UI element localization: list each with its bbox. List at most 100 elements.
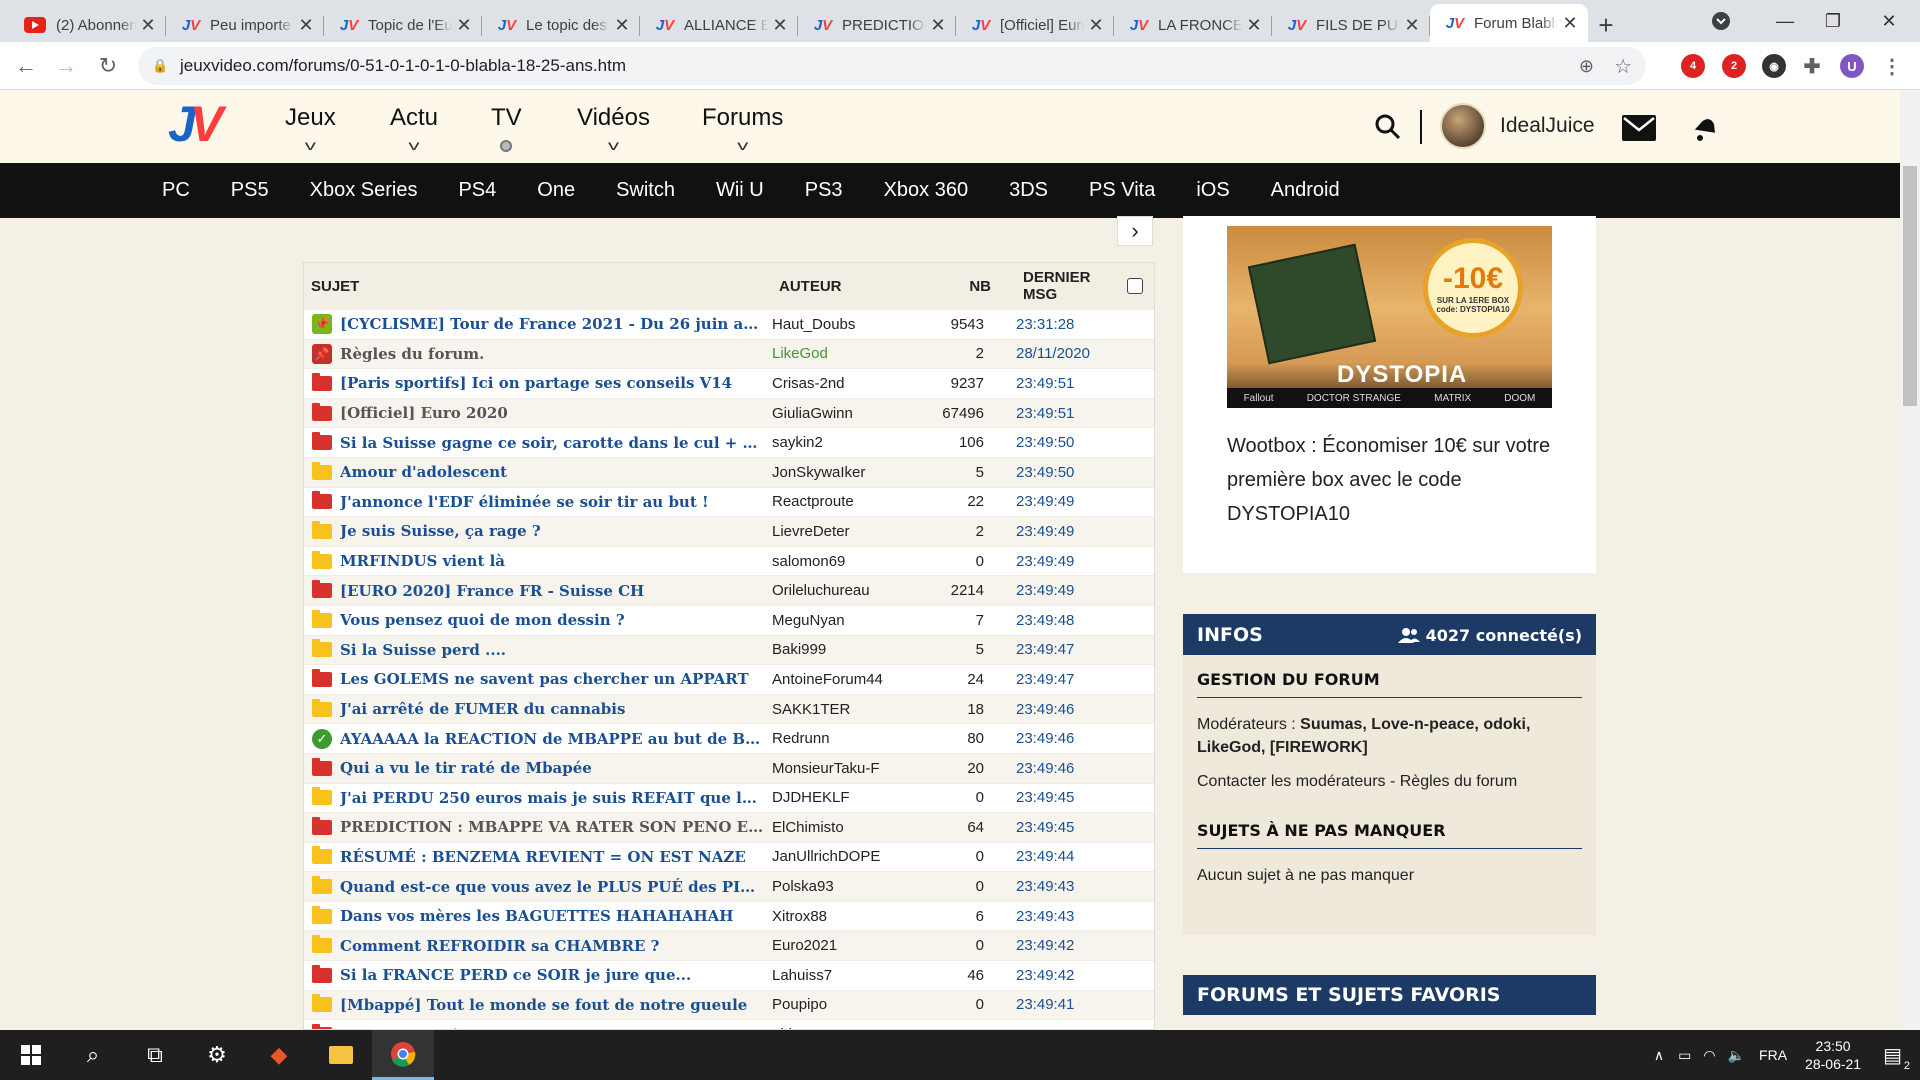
close-tab-icon[interactable]: ✕ bbox=[298, 15, 314, 36]
topic-author[interactable]: Orileluchureau bbox=[772, 582, 922, 599]
ad-image[interactable]: -10€ SUR LA 1ERE BOX code: DYSTOPIA10 DY… bbox=[1227, 226, 1552, 408]
table-row[interactable]: Cette marocaine /102Lirirax2923:49:39 bbox=[304, 1019, 1154, 1029]
browser-tab[interactable]: JV Forum Blabla 18-25✕ bbox=[1430, 4, 1588, 42]
topic-author[interactable]: Xitrox88 bbox=[772, 908, 922, 925]
platform-link[interactable]: PC bbox=[162, 179, 190, 202]
topic-last-msg-link[interactable]: 23:49:43 bbox=[994, 878, 1114, 895]
topic-last-msg-link[interactable]: 23:49:45 bbox=[994, 819, 1114, 836]
reload-button[interactable]: ↻ bbox=[88, 46, 128, 86]
topic-subject-link[interactable]: Amour d'adolescent bbox=[340, 463, 772, 481]
topic-last-msg-link[interactable]: 23:49:47 bbox=[994, 671, 1114, 688]
close-tab-icon[interactable]: ✕ bbox=[1562, 13, 1578, 34]
nav-item-actu[interactable]: Actu v bbox=[390, 104, 438, 152]
topic-last-msg-link[interactable]: 23:49:46 bbox=[994, 760, 1114, 777]
topic-last-msg-link[interactable]: 23:49:50 bbox=[994, 464, 1114, 481]
table-row[interactable]: J'ai PERDU 250 euros mais je suis REFAIT… bbox=[304, 782, 1154, 813]
bookmark-star-icon[interactable]: ☆ bbox=[1614, 54, 1632, 79]
nav-item-jeux[interactable]: Jeux v bbox=[285, 104, 336, 152]
browser-tab[interactable]: J V Peu importe ✕ bbox=[166, 8, 324, 42]
platform-link[interactable]: Xbox 360 bbox=[884, 179, 969, 202]
app-icon[interactable]: ◆ bbox=[248, 1030, 310, 1080]
table-row[interactable]: Dans vos mères les BAGUETTES HAHAHAHAH Xi… bbox=[304, 900, 1154, 931]
table-row[interactable]: Si la FRANCE PERD ce SOIR je jure que...… bbox=[304, 960, 1154, 990]
battery-icon[interactable]: ▭ bbox=[1678, 1047, 1691, 1064]
settings-gear-icon[interactable]: ⚙ bbox=[186, 1030, 248, 1080]
topic-author[interactable]: Poupipo bbox=[772, 996, 922, 1013]
nav-item-vidéos[interactable]: Vidéos v bbox=[577, 104, 650, 152]
wifi-icon[interactable]: ◠ bbox=[1703, 1047, 1715, 1064]
browser-tab[interactable]: J V PREDICTION ✕ bbox=[798, 8, 956, 42]
topic-author[interactable]: salomon69 bbox=[772, 553, 922, 570]
topic-last-msg-link[interactable]: 23:49:41 bbox=[994, 996, 1114, 1013]
table-row[interactable]: [Paris sportifs] Ici on partage ses cons… bbox=[304, 368, 1154, 398]
scrollbar-thumb[interactable] bbox=[1903, 166, 1917, 406]
platform-link[interactable]: Xbox Series bbox=[310, 179, 418, 202]
close-tab-icon[interactable]: ✕ bbox=[140, 15, 156, 36]
topic-subject-link[interactable]: Règles du forum. bbox=[340, 345, 772, 363]
table-row[interactable]: J'ai arrêté de FUMER du cannabis SAKK1TER… bbox=[304, 693, 1154, 724]
topic-last-msg-link[interactable]: 23:49:49 bbox=[994, 523, 1114, 540]
topic-subject-link[interactable]: PREDICTION : MBAPPE VA RATER SON PENO ET… bbox=[340, 818, 772, 836]
topic-subject-link[interactable]: Les GOLEMS ne savent pas chercher un APP… bbox=[340, 670, 772, 688]
platform-link[interactable]: PS5 bbox=[231, 179, 269, 202]
extension-icon-1[interactable]: 4 bbox=[1681, 54, 1705, 78]
adblock-icon[interactable]: 2 bbox=[1722, 54, 1746, 78]
browser-tab[interactable]: JV FILS DE PUTE✕ bbox=[1272, 8, 1430, 42]
topic-last-msg-link[interactable]: 23:49:49 bbox=[994, 582, 1114, 599]
table-row[interactable]: 📌 [CYCLISME] Tour de France 2021 - Du 26 … bbox=[304, 309, 1154, 339]
topic-subject-link[interactable]: [Officiel] Euro 2020 bbox=[340, 404, 772, 422]
topic-subject-link[interactable]: [Paris sportifs] Ici on partage ses cons… bbox=[340, 374, 772, 392]
topic-subject-link[interactable]: J'ai PERDU 250 euros mais je suis REFAIT… bbox=[340, 789, 772, 807]
search-icon[interactable] bbox=[1374, 113, 1402, 141]
table-row[interactable]: PREDICTION : MBAPPE VA RATER SON PENO ET… bbox=[304, 812, 1154, 842]
topic-subject-link[interactable]: AYAAAAA la REACTION de MBAPPE au but de … bbox=[340, 730, 772, 748]
tab-search-icon[interactable] bbox=[1698, 0, 1744, 42]
browser-menu-icon[interactable]: ⋮ bbox=[1880, 54, 1904, 78]
notification-bell-icon[interactable] bbox=[1690, 113, 1720, 143]
table-row[interactable]: Si la Suisse perd .... Baki999 5 23:49:47 bbox=[304, 634, 1154, 665]
topic-last-msg-link[interactable]: 23:49:43 bbox=[994, 908, 1114, 925]
platform-link[interactable]: 3DS bbox=[1009, 179, 1048, 202]
topic-last-msg-link[interactable]: 23:49:49 bbox=[994, 553, 1114, 570]
table-row[interactable]: [Officiel] Euro 2020 GiuliaGwinn 67496 23:4… bbox=[304, 397, 1154, 428]
mail-icon[interactable] bbox=[1622, 115, 1656, 141]
ad-panel[interactable]: -10€ SUR LA 1ERE BOX code: DYSTOPIA10 DY… bbox=[1183, 216, 1596, 573]
topic-author[interactable]: Polska93 bbox=[772, 878, 922, 895]
table-row[interactable]: Les GOLEMS ne savent pas chercher un APP… bbox=[304, 664, 1154, 694]
platform-link[interactable]: iOS bbox=[1196, 179, 1229, 202]
back-button[interactable]: ← bbox=[6, 46, 46, 86]
chrome-taskbar-icon[interactable] bbox=[372, 1030, 434, 1080]
topic-author[interactable]: Redrunn bbox=[772, 730, 922, 747]
platform-link[interactable]: PS4 bbox=[458, 179, 496, 202]
clock[interactable]: 23:50 28-06-21 bbox=[1805, 1037, 1861, 1073]
table-row[interactable]: J'annonce l'EDF éliminée se soir tir au … bbox=[304, 486, 1154, 517]
browser-tab[interactable]: (2) Abonnements - YouTube✕ bbox=[8, 8, 166, 42]
close-tab-icon[interactable]: ✕ bbox=[614, 15, 630, 36]
topic-author[interactable]: Baki999 bbox=[772, 641, 922, 658]
topic-author[interactable]: Reactproute bbox=[772, 493, 922, 510]
topic-subject-link[interactable]: Je suis Suisse, ça rage ? bbox=[340, 522, 772, 540]
contact-moderators-link[interactable]: Contacter les modérateurs - Règles du fo… bbox=[1197, 770, 1582, 793]
topic-author[interactable]: ElChimisto bbox=[772, 819, 922, 836]
topic-subject-link[interactable]: J'annonce l'EDF éliminée se soir tir au … bbox=[340, 493, 772, 511]
table-row[interactable]: 📌 Règles du forum. LikeGod 2 28/11/2020 bbox=[304, 338, 1154, 369]
close-window-button[interactable]: ✕ bbox=[1866, 0, 1912, 42]
file-explorer-icon[interactable] bbox=[310, 1030, 372, 1080]
topic-last-msg-link[interactable]: 23:49:45 bbox=[994, 789, 1114, 806]
topic-author[interactable]: GiuliaGwinn bbox=[772, 405, 922, 422]
topic-subject-link[interactable]: Dans vos mères les BAGUETTES HAHAHAHAH bbox=[340, 907, 772, 925]
table-row[interactable]: Vous pensez quoi de mon dessin ? MeguNyan… bbox=[304, 604, 1154, 635]
platform-link[interactable]: Android bbox=[1271, 179, 1340, 202]
minimize-button[interactable]: — bbox=[1762, 0, 1808, 42]
topic-author[interactable]: MeguNyan bbox=[772, 612, 922, 629]
avatar[interactable] bbox=[1440, 103, 1486, 149]
topic-subject-link[interactable]: [Mbappé] Tout le monde se fout de notre … bbox=[340, 996, 772, 1014]
topic-subject-link[interactable]: MRFINDUS vient là bbox=[340, 552, 772, 570]
search-taskbar-icon[interactable]: ⌕ bbox=[62, 1030, 124, 1080]
topic-subject-link[interactable]: Si la Suisse gagne ce soir, carotte dans… bbox=[340, 434, 772, 452]
table-row[interactable]: Qui a vu le tir raté de Mbapée MonsieurTa… bbox=[304, 752, 1154, 783]
table-row[interactable]: MRFINDUS vient là salomon69 0 23:49:49 bbox=[304, 545, 1154, 576]
table-row[interactable]: Je suis Suisse, ça rage ? LievreDeter 2 23:… bbox=[304, 516, 1154, 546]
platform-link[interactable]: Switch bbox=[616, 179, 675, 202]
show-hidden-icons[interactable]: ∧ bbox=[1654, 1047, 1664, 1064]
